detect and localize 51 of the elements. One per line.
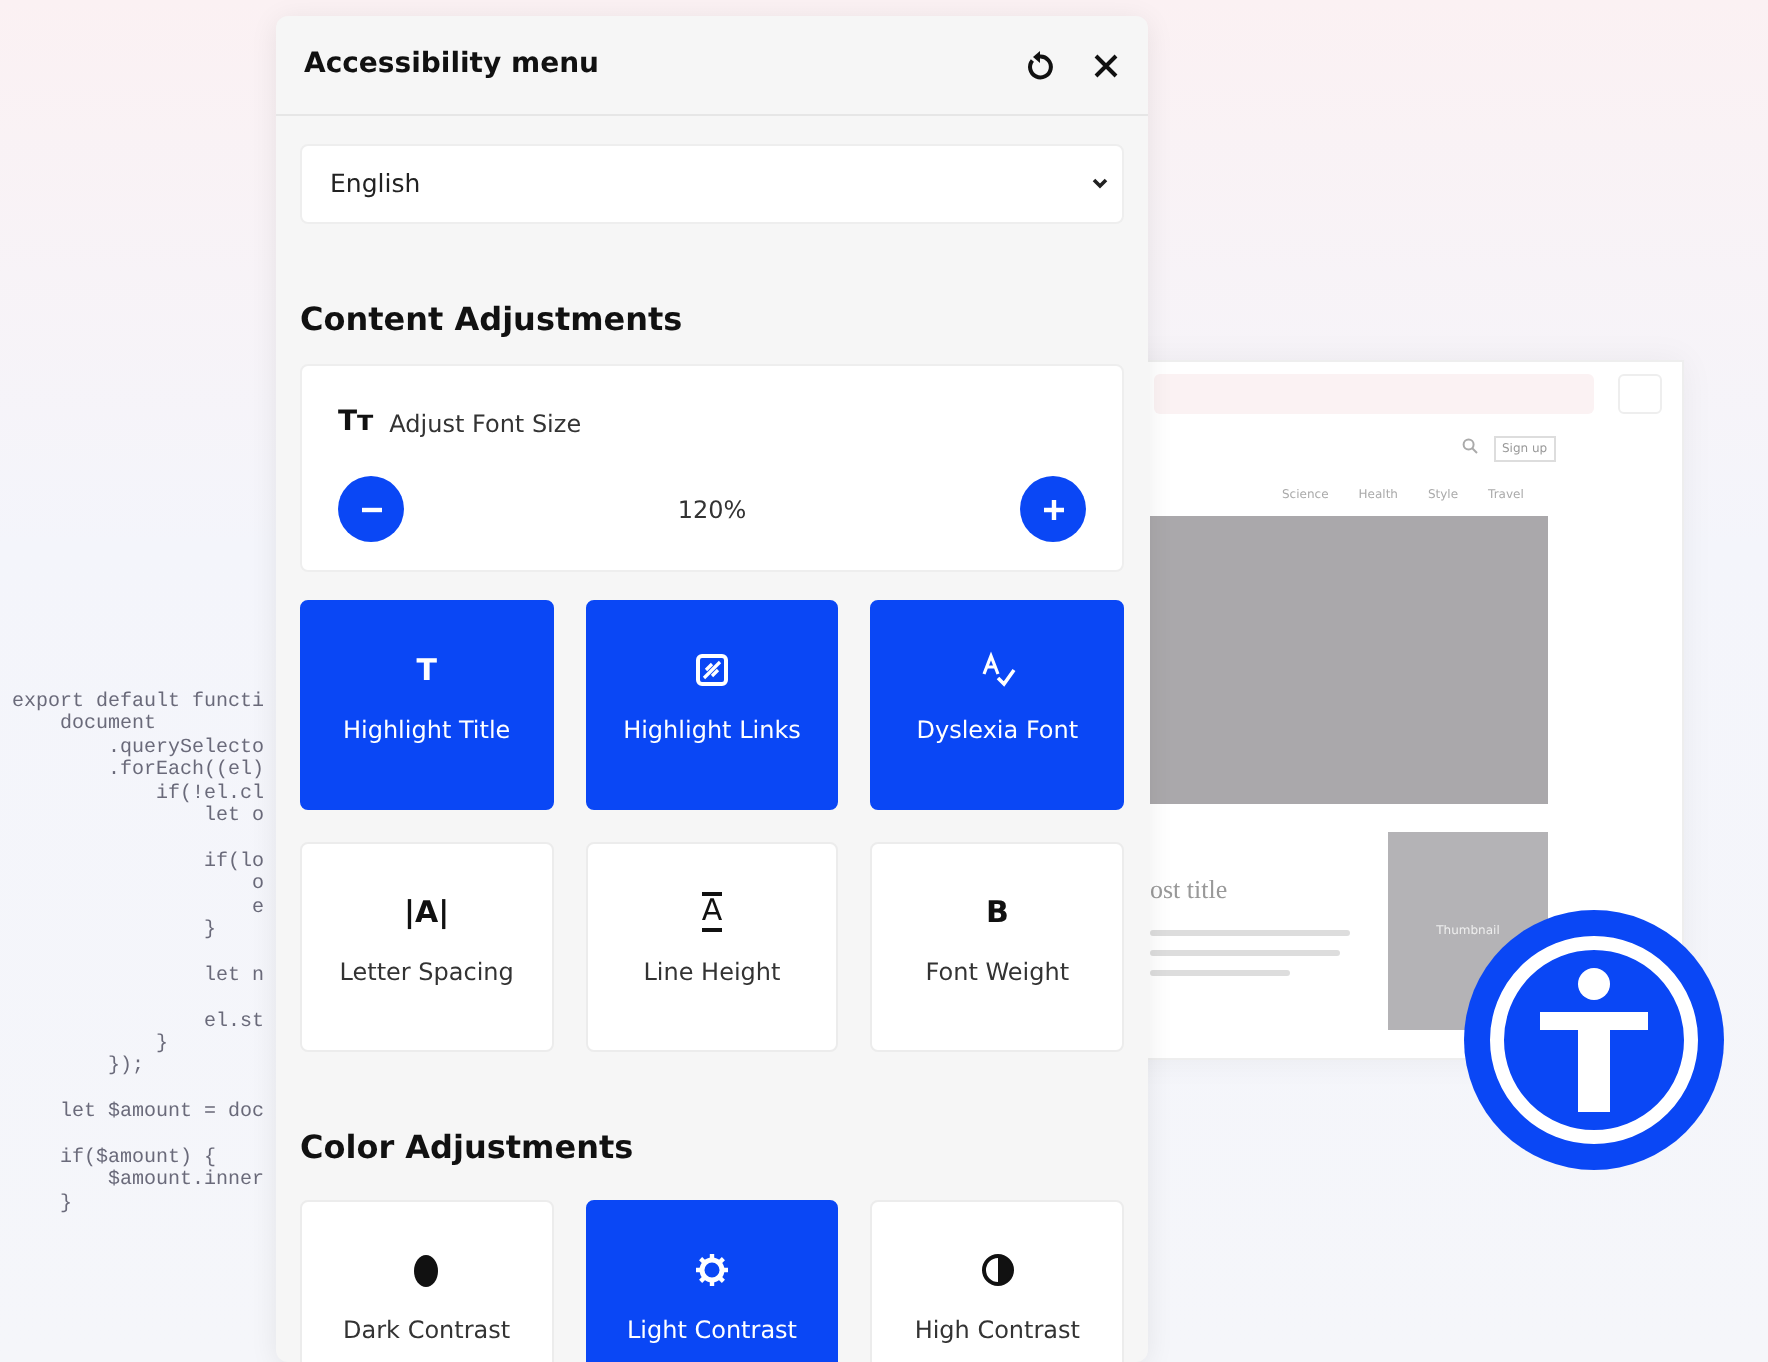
code-line: if(lo	[202, 849, 265, 875]
code-line: export default functi	[12, 692, 265, 714]
font-size-value: 120%	[677, 493, 747, 527]
sun-icon	[693, 1250, 730, 1290]
option-tile[interactable]: A Line Height	[585, 842, 839, 1052]
plus-icon	[1039, 495, 1067, 523]
accessibility-person-icon	[1536, 968, 1652, 1112]
code-line: document	[58, 714, 157, 737]
reset-icon[interactable]	[1024, 49, 1056, 81]
code-line: }	[58, 1193, 73, 1217]
code-line: let $amount = doc	[58, 1099, 265, 1125]
spell-check-icon	[979, 650, 1016, 690]
code-line: });	[106, 1056, 145, 1080]
font-size-label: Adjust Font Size	[389, 407, 582, 441]
code-line: if($amount) {	[58, 1145, 217, 1170]
code-line: $amount.inner	[106, 1170, 265, 1194]
section-heading: Color Adjustments	[300, 1126, 636, 1170]
text-placeholder-line	[1150, 970, 1290, 976]
option-tile[interactable]: High Contrast	[870, 1200, 1124, 1362]
section-heading: Content Adjustments	[300, 298, 685, 342]
code-line: if(!el.cl	[154, 783, 265, 806]
decrease-button[interactable]	[338, 476, 404, 542]
code-line: o	[250, 874, 265, 898]
font-size-icon: Tт	[338, 402, 374, 444]
code-line: let o	[202, 805, 265, 829]
post-title: ost title	[1150, 872, 1228, 908]
code-line: let n	[202, 963, 265, 989]
code-line: e	[250, 897, 265, 920]
option-tile[interactable]: Highlight Links	[585, 600, 839, 810]
option-tile[interactable]: B Font Weight	[870, 842, 1124, 1052]
chevron-down-icon	[1090, 176, 1110, 192]
code-line: .querySelecto	[106, 737, 265, 760]
option-tile[interactable]: |A| Letter Spacing	[300, 842, 554, 1052]
search-icon	[1462, 438, 1478, 454]
close-icon[interactable]	[1092, 51, 1120, 79]
glyph-icon: |A|	[404, 892, 450, 932]
code-line: .forEach((el)	[106, 760, 265, 783]
panel-title: Accessibility menu	[304, 46, 602, 84]
option-tile[interactable]: Dark Contrast	[300, 1200, 554, 1362]
glyph-icon: B	[985, 892, 1009, 932]
option-tile[interactable]: Light Contrast	[585, 1200, 839, 1362]
code-line: el.st	[202, 1009, 265, 1034]
option-tile[interactable]: T Highlight Title	[300, 600, 554, 810]
contrast-icon	[979, 1250, 1016, 1290]
glyph-icon: T	[416, 650, 437, 690]
language-select[interactable]: English	[300, 144, 1124, 224]
code-line: }	[154, 1033, 169, 1057]
option-tile[interactable]: Dyslexia Font	[870, 600, 1124, 810]
link-square-icon	[693, 650, 730, 690]
increase-button[interactable]	[1020, 476, 1086, 542]
code-line: }	[202, 919, 217, 943]
